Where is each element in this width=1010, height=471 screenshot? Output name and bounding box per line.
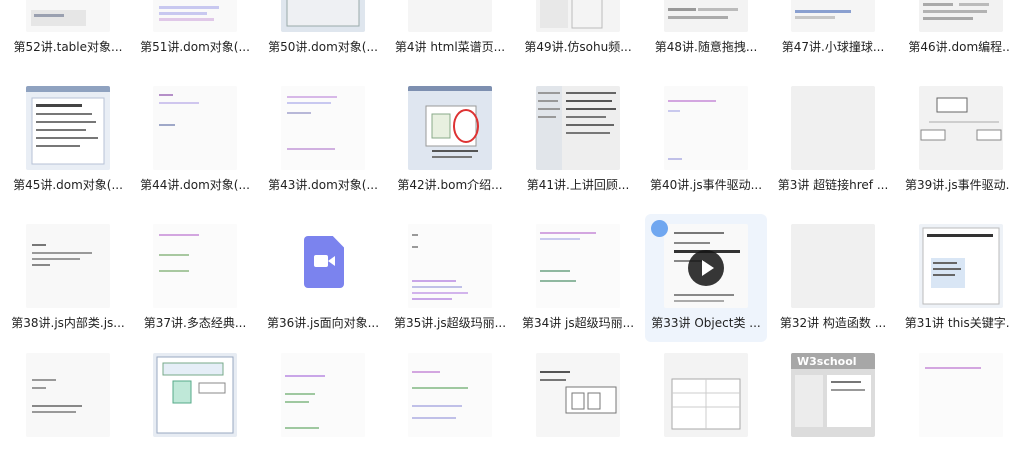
file-tile[interactable]: 第51讲.dom对象(... [134, 0, 256, 66]
file-name: 第39讲.js事件驱动... [904, 178, 1010, 192]
file-name: 第52讲.table对象... [13, 40, 123, 54]
file-tile[interactable]: 第38讲.js内部类.js... [7, 214, 129, 342]
file-name: 第38讲.js内部类.js... [11, 316, 125, 330]
selected-check-icon[interactable] [651, 220, 668, 237]
file-name: 第47讲.小球撞球... [781, 40, 885, 54]
video-thumbnail [153, 0, 237, 32]
file-tile[interactable]: 第31讲 this关键字... [900, 214, 1010, 342]
video-thumbnail [153, 86, 237, 170]
camera-lens-icon [328, 256, 335, 266]
file-tile-selected[interactable]: 第33讲 Object类 ... [645, 214, 767, 342]
video-thumbnail [791, 0, 875, 32]
file-tile[interactable]: 第43讲.dom对象(... [262, 76, 384, 204]
video-thumbnail [664, 86, 748, 170]
file-tile[interactable] [389, 343, 511, 471]
video-thumbnail [408, 86, 492, 170]
video-thumbnail [281, 86, 365, 170]
video-thumbnail [26, 224, 110, 308]
camera-icon [314, 255, 328, 267]
video-thumbnail [408, 224, 492, 308]
video-thumbnail [281, 353, 365, 437]
file-tile[interactable]: 第36讲.js面向对象... [262, 214, 384, 342]
file-name: 第46讲.dom编程... [908, 40, 1010, 54]
file-tile[interactable]: 第39讲.js事件驱动... [900, 76, 1010, 204]
video-thumbnail [919, 353, 1003, 437]
file-grid: 第52讲.table对象... 第51讲.dom对象(... 第50讲.dom对… [0, 0, 1010, 437]
play-icon[interactable] [688, 250, 724, 286]
file-tile[interactable]: 第42讲.bom介绍... [389, 76, 511, 204]
video-thumbnail [536, 224, 620, 308]
file-name: 第31讲 this关键字... [904, 316, 1010, 330]
file-tile[interactable]: 第44讲.dom对象(... [134, 76, 256, 204]
file-name: 第36讲.js面向对象... [266, 316, 380, 330]
video-thumbnail [26, 353, 110, 437]
video-thumbnail [153, 353, 237, 437]
video-thumbnail [536, 0, 620, 32]
video-thumbnail [281, 0, 365, 32]
video-file-icon [304, 236, 344, 288]
video-thumbnail [26, 86, 110, 170]
file-tile[interactable]: W3school [772, 343, 894, 471]
file-name: 第41讲.上讲回顾... [526, 178, 630, 192]
video-thumbnail [919, 224, 1003, 308]
file-tile[interactable]: 第40讲.js事件驱动... [645, 76, 767, 204]
file-tile[interactable]: 第37讲.多态经典... [134, 214, 256, 342]
file-tile[interactable] [900, 343, 1010, 471]
file-name: 第3讲 超链接href ... [777, 178, 889, 192]
file-tile[interactable]: 第4讲 html菜谱页... [389, 0, 511, 66]
file-tile[interactable] [262, 343, 384, 471]
video-thumbnail [791, 86, 875, 170]
video-thumbnail [919, 86, 1003, 170]
video-thumbnail [536, 86, 620, 170]
file-tile[interactable]: 第41讲.上讲回顾... [517, 76, 639, 204]
file-name: 第45讲.dom对象(... [13, 178, 123, 192]
video-thumbnail [153, 224, 237, 308]
file-tile[interactable] [517, 343, 639, 471]
file-name: 第4讲 html菜谱页... [394, 40, 506, 54]
video-thumbnail [664, 0, 748, 32]
file-name: 第48讲.随意拖拽... [654, 40, 758, 54]
file-tile[interactable]: 第48讲.随意拖拽... [645, 0, 767, 66]
video-thumbnail [664, 353, 748, 437]
video-thumbnail [408, 0, 492, 32]
file-tile[interactable]: 第47讲.小球撞球... [772, 0, 894, 66]
video-thumbnail [791, 224, 875, 308]
file-name: 第40讲.js事件驱动... [649, 178, 763, 192]
file-tile[interactable]: 第3讲 超链接href ... [772, 76, 894, 204]
file-tile[interactable]: 第35讲.js超级玛丽... [389, 214, 511, 342]
file-name: 第35讲.js超级玛丽... [393, 316, 507, 330]
file-tile[interactable] [7, 343, 129, 471]
file-name: 第49讲.仿sohu频... [524, 40, 632, 54]
file-name: 第33讲 Object类 ... [651, 316, 761, 330]
file-name: 第51讲.dom对象(... [140, 40, 250, 54]
video-thumbnail [408, 353, 492, 437]
video-thumbnail [919, 0, 1003, 32]
file-tile[interactable] [134, 343, 256, 471]
file-tile[interactable]: 第52讲.table对象... [7, 0, 129, 66]
video-thumbnail [536, 353, 620, 437]
file-tile[interactable]: 第45讲.dom对象(... [7, 76, 129, 204]
file-tile[interactable]: 第32讲 构造函数 ... [772, 214, 894, 342]
file-name: 第42讲.bom介绍... [397, 178, 503, 192]
file-tile[interactable]: 第49讲.仿sohu频... [517, 0, 639, 66]
file-name: 第43讲.dom对象(... [268, 178, 378, 192]
file-tile[interactable]: 第50讲.dom对象(... [262, 0, 384, 66]
file-name: 第44讲.dom对象(... [140, 178, 250, 192]
video-thumbnail: W3school [791, 353, 875, 437]
file-name: 第50讲.dom对象(... [268, 40, 378, 54]
file-tile[interactable]: 第46讲.dom编程... [900, 0, 1010, 66]
file-name: 第37讲.多态经典... [143, 316, 247, 330]
file-name: 第34讲 js超级玛丽... [521, 316, 635, 330]
file-tile[interactable] [645, 343, 767, 471]
w3school-logo-text: W3school [797, 355, 857, 368]
file-tile[interactable]: 第34讲 js超级玛丽... [517, 214, 639, 342]
file-name: 第32讲 构造函数 ... [779, 316, 887, 330]
video-thumbnail [26, 0, 110, 32]
